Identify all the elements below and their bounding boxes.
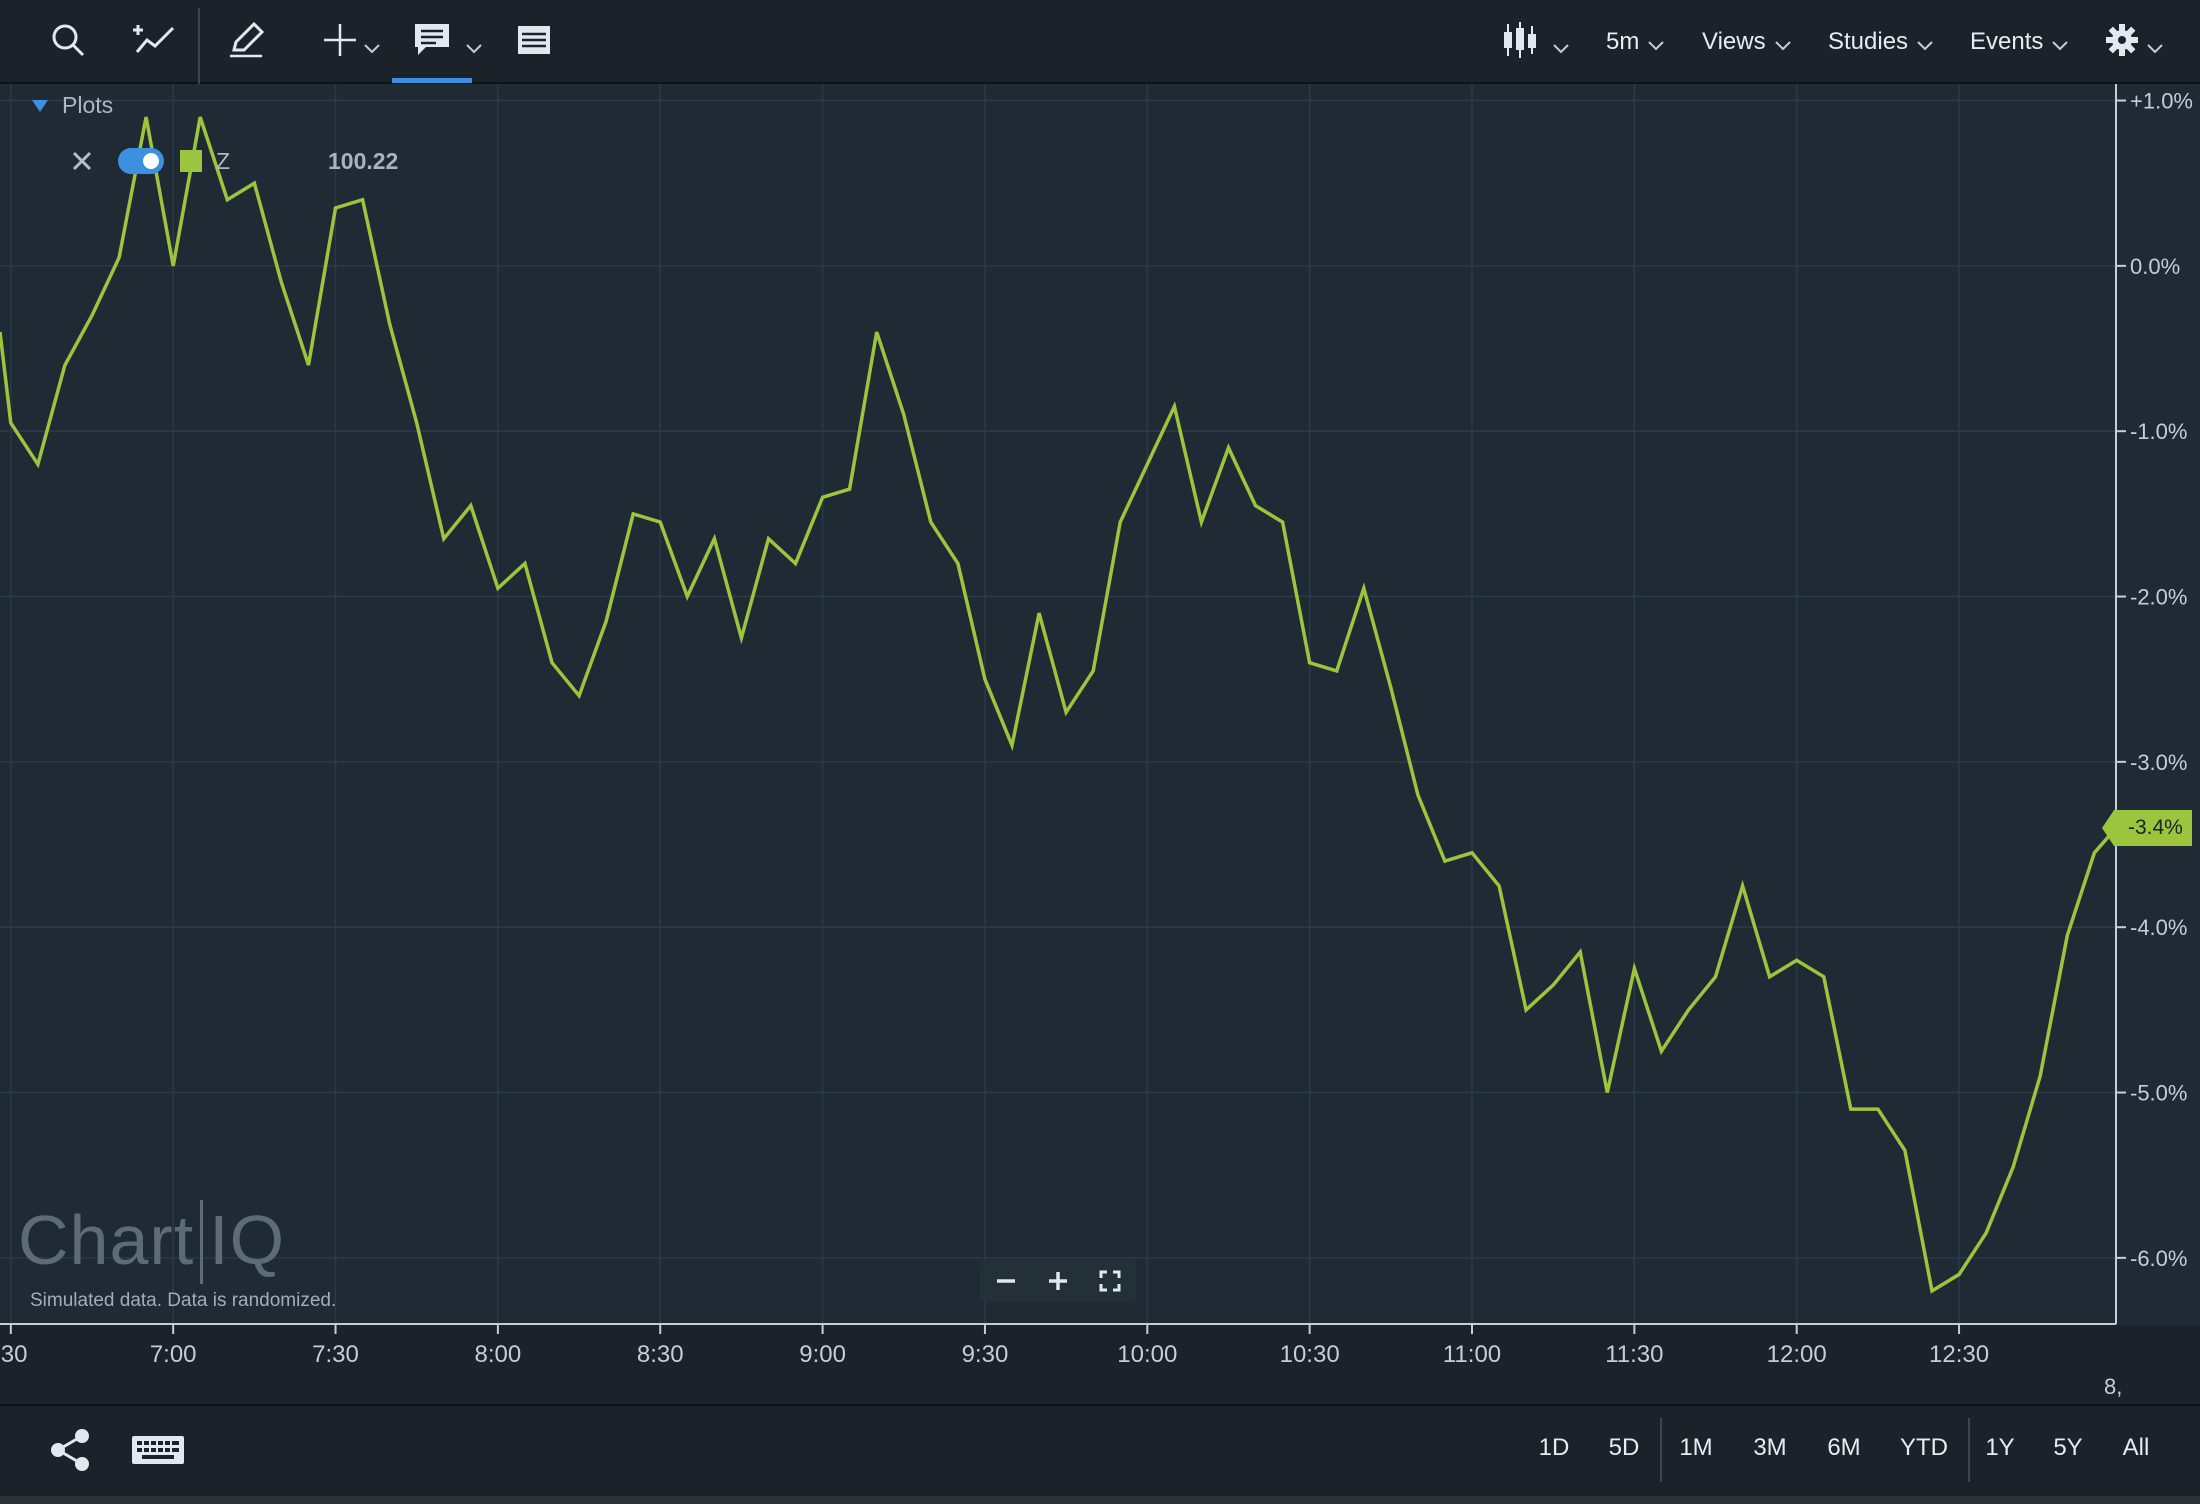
- x-edge-label: 8,: [2104, 1374, 2122, 1399]
- chevron-down-icon: [1648, 41, 1665, 51]
- events-menu[interactable]: Events: [1970, 24, 2069, 60]
- brand-right: IQ: [209, 1201, 286, 1279]
- range-button-ytd[interactable]: YTD: [1897, 1434, 1951, 1470]
- pencil-icon[interactable]: [224, 12, 268, 68]
- x-tick-label: 10:00: [1117, 1341, 1177, 1368]
- list-icon[interactable]: [514, 12, 554, 68]
- toolbar-divider: [198, 8, 200, 84]
- plot-value: 100.22: [328, 147, 399, 174]
- range-button-1d[interactable]: 1D: [1532, 1434, 1576, 1470]
- range-divider: [1660, 1418, 1662, 1482]
- simulated-data-note: Simulated data. Data is randomized.: [30, 1290, 337, 1311]
- plots-header-label: Plots: [62, 92, 114, 118]
- triangle-down-icon: [32, 99, 48, 112]
- y-tick-label: -6.0%: [2130, 1246, 2187, 1271]
- interval-label: 5m: [1606, 28, 1640, 55]
- range-button-6m[interactable]: 6M: [1822, 1434, 1866, 1470]
- zoom-in-button[interactable]: [1040, 1263, 1076, 1299]
- current-price-label: -3.4%: [2128, 816, 2183, 839]
- gear-icon[interactable]: [2102, 12, 2142, 68]
- chevron-down-icon[interactable]: [2146, 42, 2164, 56]
- range-button-1y[interactable]: 1Y: [1978, 1434, 2022, 1470]
- chevron-down-icon[interactable]: [1552, 42, 1570, 56]
- range-button-1m[interactable]: 1M: [1674, 1434, 1718, 1470]
- y-tick-label: -4.0%: [2130, 915, 2187, 940]
- x-tick-label: 12:30: [1929, 1341, 1989, 1368]
- search-icon[interactable]: [46, 12, 90, 68]
- current-price-tag: -3.4%: [2102, 810, 2192, 846]
- views-label: Views: [1702, 28, 1766, 55]
- fullscreen-icon: [1099, 1270, 1121, 1292]
- y-tick-label: -2.0%: [2130, 585, 2187, 610]
- x-tick-label: 10:30: [1280, 1341, 1340, 1368]
- interval-menu[interactable]: 5m: [1606, 24, 1665, 60]
- plot-row: Z 100.22: [70, 144, 470, 178]
- bottom-bar: 1D 5D 1M 3M 6M YTD 1Y 5Y All: [0, 1404, 2200, 1496]
- x-tick-label: 7:00: [150, 1341, 197, 1368]
- x-tick-label: 9:00: [799, 1341, 846, 1368]
- x-tick-label: 11:30: [1605, 1341, 1663, 1368]
- chevron-down-icon: [1917, 41, 1933, 51]
- close-icon[interactable]: [70, 149, 94, 173]
- chevron-down-icon[interactable]: [363, 42, 381, 56]
- y-tick-label: -5.0%: [2130, 1081, 2187, 1106]
- y-tick-label: -3.0%: [2130, 750, 2187, 775]
- plus-icon: [1049, 1272, 1067, 1290]
- events-label: Events: [1970, 28, 2044, 55]
- x-tick-label: 7:30: [312, 1341, 359, 1368]
- y-tick-label: -1.0%: [2130, 419, 2187, 444]
- x-tick-label: 8:30: [637, 1341, 684, 1368]
- plots-panel: Plots Z 100.22: [32, 92, 398, 174]
- range-button-5y[interactable]: 5Y: [2046, 1434, 2090, 1470]
- candlestick-icon[interactable]: [1498, 12, 1542, 68]
- x-tick-label: 9:30: [962, 1341, 1009, 1368]
- fullscreen-button[interactable]: [1092, 1263, 1128, 1299]
- x-tick-label: 12:00: [1767, 1341, 1827, 1368]
- plot-symbol: Z: [216, 147, 231, 174]
- studies-label: Studies: [1828, 28, 1909, 55]
- price-chart[interactable]: +1.0% 0.0% -1.0% -2.0% -3.0% -4.0% -5.0% -6.0%:…: [0, 84, 2200, 1404]
- add-study-line-icon[interactable]: [130, 12, 178, 68]
- plots-toggle[interactable]: Plots: [32, 92, 113, 119]
- top-toolbar: 5m Views Studies Events: [0, 0, 2200, 84]
- chartiq-logo: Chart IQ: [18, 1199, 286, 1288]
- x-tick-label: 8:00: [475, 1341, 522, 1368]
- range-divider: [1968, 1418, 1970, 1482]
- views-menu[interactable]: Views: [1702, 24, 1792, 60]
- crosshair-icon[interactable]: [312, 12, 368, 68]
- x-tick-label: 11:00: [1443, 1341, 1501, 1368]
- range-button-all[interactable]: All: [2114, 1434, 2158, 1470]
- chevron-down-icon: [2052, 41, 2069, 51]
- chart-panel[interactable]: +1.0% 0.0% -1.0% -2.0% -3.0% -4.0% -5.0% -6.0%:…: [0, 84, 2200, 1404]
- share-icon[interactable]: [46, 1426, 94, 1474]
- keyboard-icon[interactable]: [130, 1432, 186, 1468]
- brand-left: Chart: [18, 1201, 195, 1279]
- bottom-strip: [0, 1496, 2200, 1504]
- active-tool-indicator: [392, 78, 472, 83]
- y-tick-label: +1.0%: [2130, 89, 2193, 114]
- chart-app: 5m Views Studies Events +1.0% 0.0% -1.0% -2…: [0, 0, 2200, 1504]
- y-tick-label: 0.0%: [2130, 254, 2180, 279]
- minus-icon: [997, 1279, 1015, 1283]
- studies-menu[interactable]: Studies: [1828, 24, 1934, 60]
- plot-visibility-toggle[interactable]: [118, 148, 164, 174]
- zoom-controls: [980, 1260, 1136, 1302]
- plot-color-swatch[interactable]: [180, 150, 202, 172]
- comment-icon[interactable]: [410, 12, 454, 68]
- range-button-3m[interactable]: 3M: [1748, 1434, 1792, 1470]
- x-tick-label: :30: [0, 1341, 28, 1368]
- chevron-down-icon: [1774, 41, 1791, 51]
- range-button-5d[interactable]: 5D: [1602, 1434, 1646, 1470]
- zoom-out-button[interactable]: [988, 1263, 1024, 1299]
- chevron-down-icon[interactable]: [465, 42, 483, 56]
- chart-background: [0, 84, 2200, 1404]
